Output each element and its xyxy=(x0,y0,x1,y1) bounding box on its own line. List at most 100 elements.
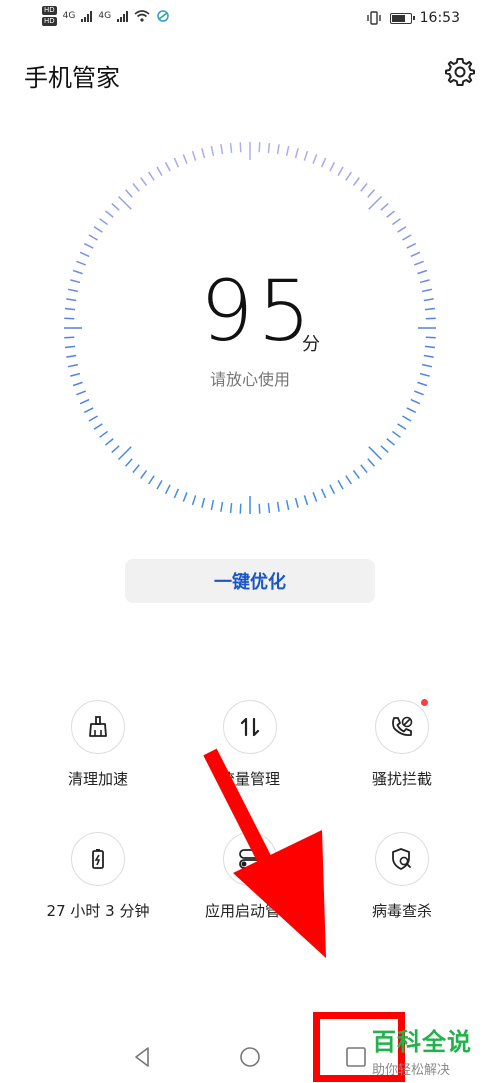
feature-battery-circle xyxy=(71,832,125,886)
battery-icon xyxy=(92,849,104,869)
dial-tick xyxy=(229,502,233,514)
dial-tick xyxy=(380,445,389,454)
dial-tick xyxy=(83,242,94,249)
dial-tick xyxy=(320,488,327,499)
dial-tick xyxy=(88,415,98,422)
dial-tick xyxy=(117,446,132,461)
feature-battery[interactable]: 27 小时 3 分钟 xyxy=(18,832,178,921)
wifi-icon xyxy=(134,10,150,22)
dial-tick xyxy=(360,464,368,474)
dial-tick xyxy=(368,446,383,461)
dial-tick xyxy=(173,157,180,168)
dial-tick xyxy=(410,251,421,258)
feature-clean-circle xyxy=(71,700,125,754)
dial-tick xyxy=(229,142,233,154)
dial-tick xyxy=(191,150,197,161)
status-left: HD HD 4G 4G xyxy=(42,6,170,26)
dial-tick xyxy=(386,438,396,446)
dial-tick xyxy=(329,161,336,172)
dial-tick xyxy=(76,260,86,266)
feature-clean[interactable]: 清理加速 xyxy=(18,700,178,789)
dial-tick xyxy=(191,495,197,506)
dial-tick xyxy=(164,484,171,495)
signal-icon-1 xyxy=(81,10,93,22)
dial-tick xyxy=(320,157,327,168)
page-title: 手机管家 xyxy=(24,64,120,92)
dial-tick xyxy=(417,269,428,275)
dial-tick xyxy=(140,469,148,479)
blocked-call-icon xyxy=(392,716,413,737)
dial-tick xyxy=(79,398,90,405)
dial-tick xyxy=(210,499,215,511)
dial-tick xyxy=(88,234,98,241)
feature-launch[interactable]: 应用启动管理 xyxy=(170,832,330,921)
gear-icon[interactable] xyxy=(444,56,476,88)
feature-launch-label: 应用启动管理 xyxy=(204,902,295,920)
dial-tick xyxy=(93,423,103,430)
dial-tick xyxy=(258,142,261,153)
dial-tick xyxy=(66,298,77,302)
dial-tick xyxy=(276,501,280,512)
dial-tick xyxy=(294,497,299,508)
dial-tick xyxy=(76,390,86,396)
dial-tick xyxy=(397,423,407,430)
dial-tick xyxy=(111,445,120,454)
dial-tick xyxy=(64,317,75,320)
dial-tick xyxy=(64,307,76,311)
dial-tick xyxy=(79,251,90,258)
network-type-1: 4G xyxy=(62,11,76,21)
dial-tick xyxy=(67,288,79,293)
feature-data-circle xyxy=(223,700,277,754)
dial-tick xyxy=(425,336,436,339)
dial-tick xyxy=(132,182,140,192)
home-icon[interactable] xyxy=(239,1046,261,1068)
dial-tick xyxy=(386,210,396,218)
data-arrows-icon xyxy=(240,717,260,737)
battery-icon xyxy=(389,12,415,24)
watermark-subtitle: 助你轻松解决 xyxy=(372,1063,451,1078)
dial-tick xyxy=(397,226,407,233)
dial-tick xyxy=(424,307,436,311)
dial-tick xyxy=(337,166,344,176)
dial-tick xyxy=(276,144,280,155)
carrier-icon xyxy=(157,10,169,22)
dial-tick xyxy=(182,154,188,164)
dial-tick xyxy=(99,218,109,226)
dial-tick xyxy=(72,269,83,275)
dial-tick xyxy=(132,464,140,474)
dial-tick xyxy=(148,475,155,485)
watermark: 百科全说 助你轻松解决 xyxy=(372,1022,498,1078)
dial-tick xyxy=(402,234,412,241)
dial-tick xyxy=(201,497,206,508)
dial-tick xyxy=(380,202,389,211)
dial-tick xyxy=(423,298,434,302)
optimize-button[interactable]: 一键优化 xyxy=(125,559,375,603)
dial-tick xyxy=(423,354,434,358)
back-icon[interactable] xyxy=(132,1046,154,1068)
dial-tick xyxy=(220,144,224,155)
feature-virus-label: 病毒查杀 xyxy=(371,902,432,920)
dial-tick xyxy=(239,142,242,153)
hd-badge-2: HD xyxy=(42,17,57,26)
dial-tick xyxy=(402,415,412,422)
feature-virus[interactable]: 病毒查杀 xyxy=(322,832,482,921)
feature-data-label: 流量管理 xyxy=(219,770,280,788)
dial-tick xyxy=(303,150,309,161)
dial-tick xyxy=(83,407,94,414)
feature-harass[interactable]: 骚扰拦截 xyxy=(322,699,482,789)
dial-tick xyxy=(367,458,376,467)
dial-tick xyxy=(285,499,290,511)
dial-tick xyxy=(294,148,299,159)
dial-tick xyxy=(345,171,352,181)
feature-harass-circle xyxy=(375,699,429,754)
dial-tick xyxy=(421,288,433,293)
hd-badges: HD HD xyxy=(42,6,57,26)
hd-badge-1: HD xyxy=(42,6,57,15)
feature-data[interactable]: 流量管理 xyxy=(170,700,330,789)
dial-tick xyxy=(424,345,436,349)
dial-tick xyxy=(239,503,242,514)
dial-tick xyxy=(156,480,163,490)
dial-tick xyxy=(220,501,224,512)
dial-tick xyxy=(210,145,215,157)
network-type-2: 4G xyxy=(98,11,112,21)
